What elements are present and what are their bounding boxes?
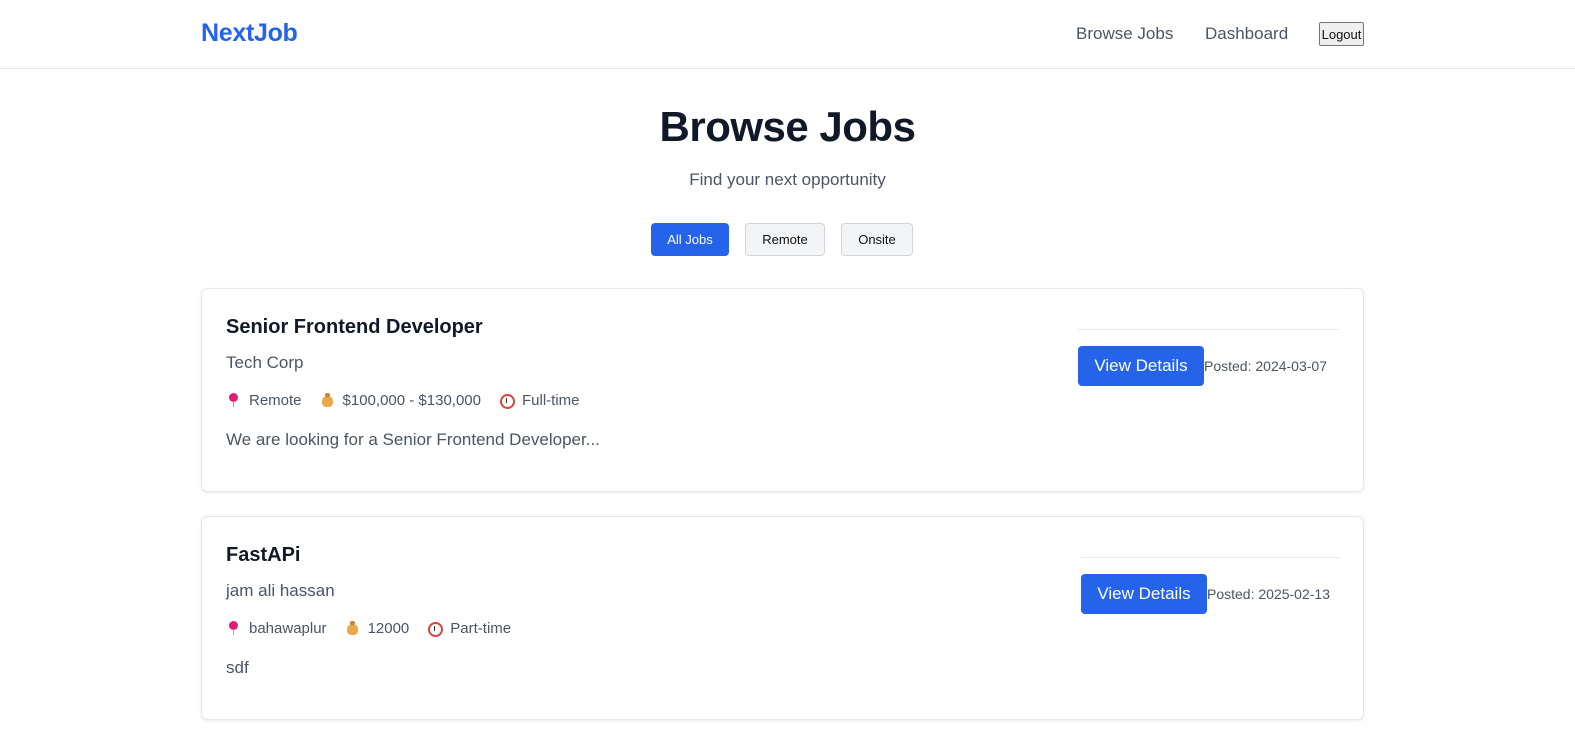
- pin-icon: [226, 621, 241, 636]
- page-title: Browse Jobs: [659, 103, 916, 150]
- filter-all-jobs-button[interactable]: All Jobs: [651, 223, 729, 256]
- job-salary: 12000: [345, 620, 410, 637]
- filter-remote-button[interactable]: Remote: [745, 223, 825, 256]
- nav-link-dashboard[interactable]: Dashboard: [1205, 24, 1288, 44]
- nav-link-browse-jobs[interactable]: Browse Jobs: [1076, 24, 1173, 44]
- view-details-button[interactable]: View Details: [1081, 574, 1207, 614]
- job-type: Full-time: [499, 392, 580, 409]
- job-description: We are looking for a Senior Frontend Dev…: [226, 430, 600, 449]
- job-location: Remote: [226, 392, 302, 409]
- job-company: jam ali hassan: [226, 581, 335, 600]
- job-meta: Remote $100,000 - $130,000 Full-time: [226, 392, 598, 409]
- job-type-text: Part-time: [450, 620, 512, 637]
- posted-date: Posted: 2024-03-07: [1204, 358, 1327, 374]
- brand-logo[interactable]: NextJob: [201, 19, 298, 48]
- job-card: Senior Frontend Developer Tech Corp Remo…: [201, 288, 1364, 492]
- money-bag-icon: [320, 393, 335, 408]
- job-salary-text: 12000: [367, 620, 410, 637]
- job-salary-text: $100,000 - $130,000: [342, 392, 481, 409]
- card-divider: [1081, 557, 1339, 558]
- job-title: Senior Frontend Developer: [226, 316, 483, 338]
- money-bag-icon: [345, 621, 360, 636]
- job-type-text: Full-time: [522, 392, 580, 409]
- pin-icon: [226, 393, 241, 408]
- card-divider: [1078, 329, 1339, 330]
- job-type: Part-time: [427, 620, 511, 637]
- alarm-clock-icon: [499, 393, 515, 409]
- navbar: NextJob Browse Jobs Dashboard Logout: [0, 0, 1575, 69]
- job-description: sdf: [226, 658, 249, 677]
- logout-button[interactable]: Logout: [1319, 22, 1364, 46]
- alarm-clock-icon: [427, 621, 444, 637]
- job-location-text: bahawaplur: [249, 620, 327, 637]
- job-title: FastAPi: [226, 544, 301, 566]
- job-salary: $100,000 - $130,000: [320, 392, 481, 409]
- posted-date: Posted: 2025-02-13: [1207, 586, 1330, 602]
- job-meta: bahawaplur 12000 Part-time: [226, 620, 529, 637]
- view-details-button[interactable]: View Details: [1078, 346, 1204, 386]
- job-card: FastAPi jam ali hassan bahawaplur 12000 …: [201, 516, 1364, 720]
- filter-onsite-button[interactable]: Onsite: [841, 223, 913, 256]
- job-company: Tech Corp: [226, 353, 304, 372]
- job-location-text: Remote: [249, 392, 302, 409]
- job-location: bahawaplur: [226, 620, 327, 637]
- page-subtitle: Find your next opportunity: [689, 170, 886, 189]
